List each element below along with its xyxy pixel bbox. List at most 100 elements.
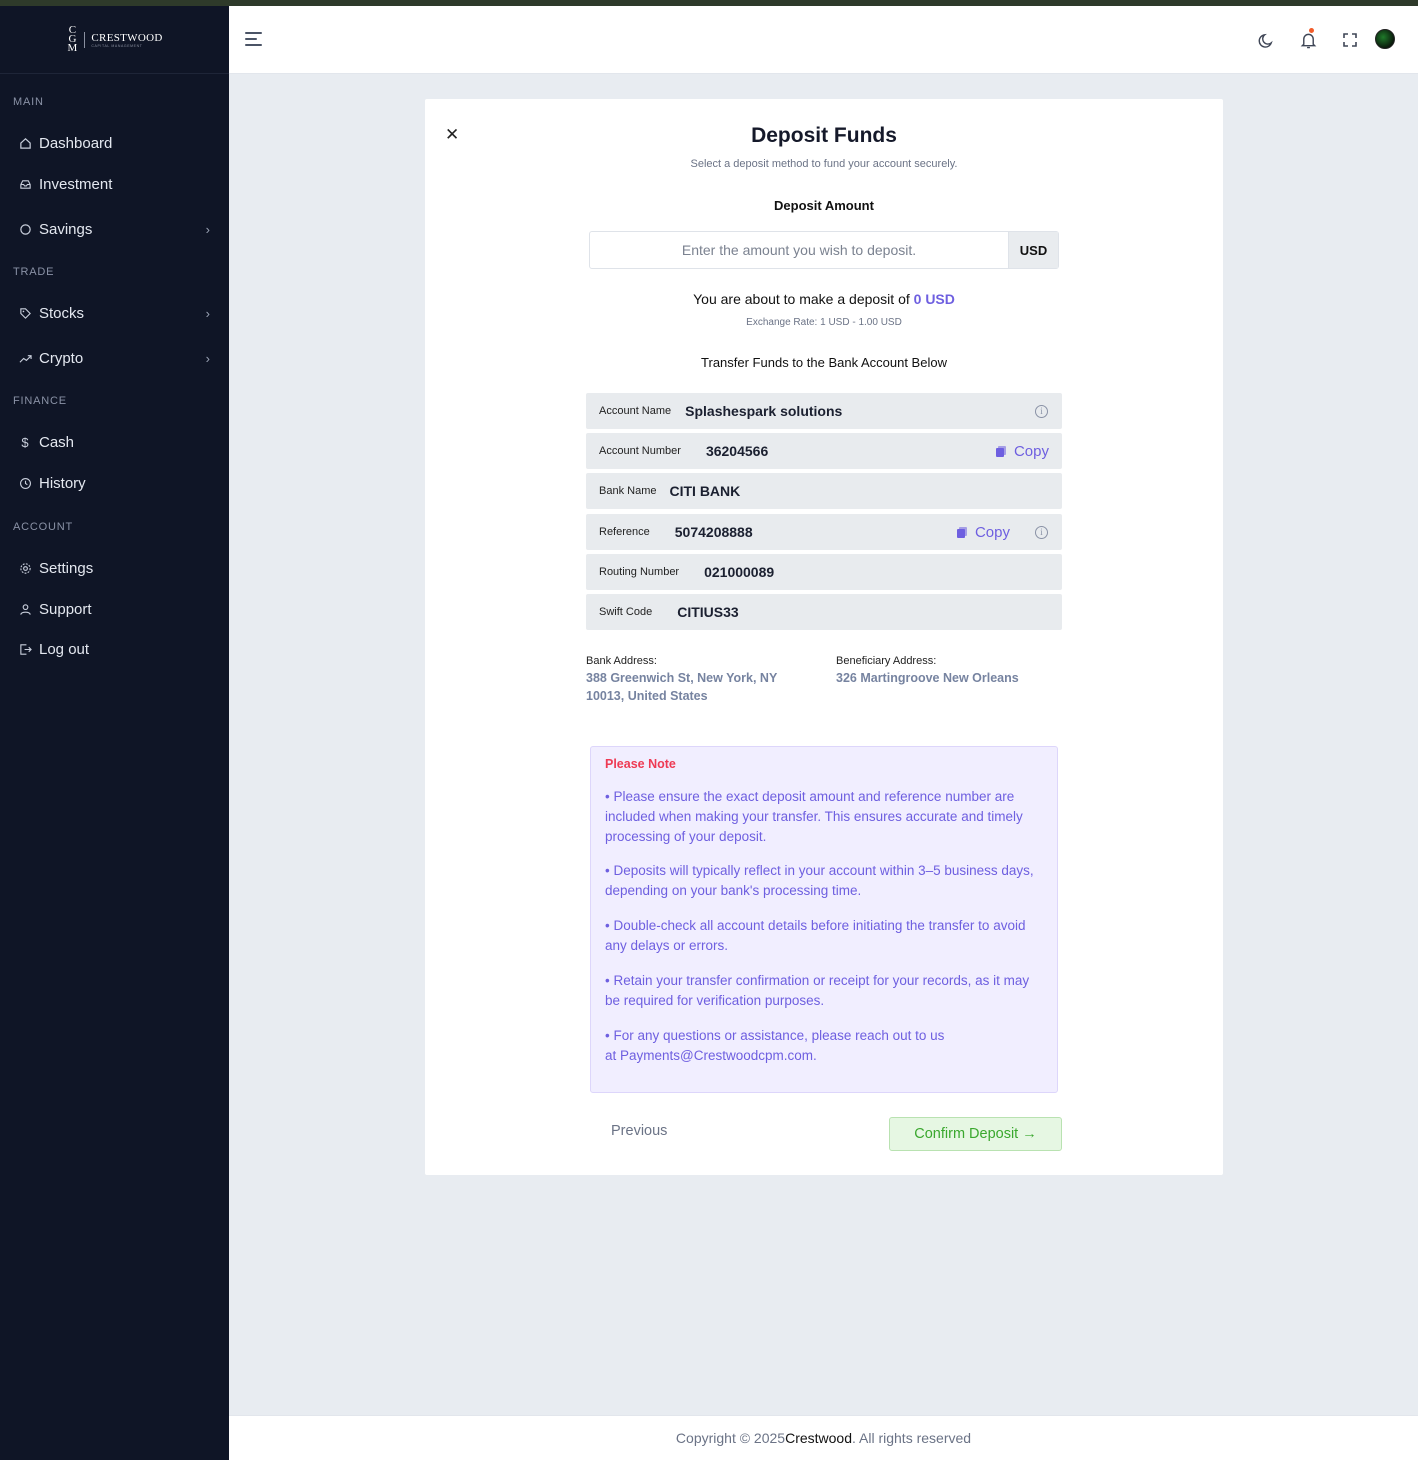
sidebar-item-label: Cash (39, 433, 75, 451)
fullscreen-icon[interactable] (1340, 30, 1360, 50)
sidebar-item-crypto[interactable]: Crypto › (18, 346, 210, 370)
deposit-summary-text: You are about to make a deposit of (693, 291, 910, 307)
avatar[interactable] (1375, 29, 1395, 49)
sidebar-item-investment[interactable]: Investment (18, 172, 210, 196)
moon-icon[interactable] (1256, 30, 1276, 50)
exchange-rate: Exchange Rate: 1 USD - 1.00 USD (746, 317, 902, 328)
routing-number-row: Routing Number 021000089 (586, 554, 1062, 590)
chevron-right-icon: › (205, 221, 210, 237)
account-name-value: Splashespark solutions (685, 403, 843, 419)
section-label-main: MAIN (13, 96, 44, 108)
note-item: • Retain your transfer confirmation or r… (605, 973, 1030, 1008)
account-number-row: Account Number 36204566 Copy (586, 433, 1062, 469)
copy-label: Copy (1013, 442, 1049, 460)
sidebar-item-label: Dashboard (39, 134, 113, 152)
modal-title: Deposit Funds (751, 124, 897, 147)
section-label-trade: TRADE (13, 266, 55, 278)
deposit-amount-input[interactable] (590, 232, 1008, 268)
footer: Copyright © 2025 Crestwood. All rights r… (229, 1415, 1418, 1460)
bank-address-value: 388 Greenwich St, New York, NY 10013, Un… (586, 671, 778, 703)
routing-number-value: 021000089 (704, 564, 775, 580)
transfer-heading: Transfer Funds to the Bank Account Below (701, 355, 947, 370)
bank-name-label: Bank Name (599, 485, 657, 497)
note-title: Please Note (605, 757, 676, 771)
sidebar-item-stocks[interactable]: Stocks › (18, 301, 210, 325)
sidebar-item-label: Investment (39, 175, 113, 193)
sidebar-item-logout[interactable]: Log out (18, 637, 210, 661)
dollar-icon: $ (21, 434, 29, 450)
copy-label: Copy (974, 523, 1010, 541)
footer-suffix: . All rights reserved (852, 1430, 972, 1446)
swift-code-value: CITIUS33 (677, 604, 739, 620)
sidebar-item-savings[interactable]: Savings › (18, 217, 210, 241)
brand-subtitle: CAPITAL MANAGEMENT (91, 43, 143, 48)
footer-prefix: Copyright © 2025 (675, 1430, 786, 1446)
brand-name: CRESTWOOD (91, 31, 163, 44)
sidebar-item-dashboard[interactable]: Dashboard (18, 131, 210, 155)
account-number-value: 36204566 (705, 443, 769, 459)
previous-button[interactable]: Previous (611, 1123, 667, 1139)
deposit-summary: You are about to make a deposit of 0 USD (425, 291, 1223, 307)
section-label-account: ACCOUNT (13, 521, 73, 533)
chevron-right-icon: › (205, 350, 210, 366)
routing-number-label: Routing Number (599, 566, 680, 578)
logo-mark: CGM (67, 24, 78, 54)
swift-code-row: Swift Code CITIUS33 (586, 594, 1062, 630)
info-icon[interactable]: i (1035, 404, 1048, 418)
sidebar-item-support[interactable]: Support (18, 597, 210, 621)
home-icon (18, 136, 32, 150)
note-item: • Deposits will typically reflect in you… (605, 863, 1034, 898)
sidebar-item-label: Support (39, 600, 92, 618)
bell-icon[interactable] (1298, 28, 1318, 50)
sidebar-item-label: Savings (39, 220, 93, 238)
copy-icon (956, 526, 967, 538)
confirm-deposit-label: Confirm Deposit (914, 1126, 1019, 1142)
account-name-row: Account Name Splashespark solutions i (586, 393, 1062, 429)
sidebar-item-cash[interactable]: $ Cash (18, 430, 210, 454)
top-header (229, 6, 1418, 74)
copy-account-number-button[interactable]: Copy (995, 442, 1049, 460)
beneficiary-address-value: 326 Martingroove New Orleans (836, 671, 1019, 685)
sidebar-item-history[interactable]: History (18, 471, 210, 495)
deposit-modal: ✕ Deposit Funds Select a deposit method … (425, 99, 1223, 1175)
reference-label: Reference (599, 526, 650, 538)
reference-row: Reference 5074208888 Copy i (586, 514, 1062, 550)
modal-subtitle: Select a deposit method to fund your acc… (690, 158, 958, 170)
account-number-label: Account Number (599, 445, 681, 457)
note-item: • Double-check all account details befor… (605, 918, 1026, 953)
deposit-amount-group: USD (589, 231, 1059, 269)
bank-address-label: Bank Address: (586, 655, 657, 667)
notification-dot (1309, 28, 1314, 33)
chevron-right-icon: › (205, 305, 210, 321)
deposit-amount-label: Deposit Amount (774, 198, 874, 213)
swift-code-label: Swift Code (599, 606, 653, 618)
note-box: Please Note • Please ensure the exact de… (590, 746, 1058, 1093)
menu-toggle-icon[interactable] (245, 32, 262, 46)
inbox-icon (18, 177, 32, 191)
copy-icon (995, 445, 1006, 457)
circle-icon (18, 222, 32, 236)
confirm-deposit-button[interactable]: Confirm Deposit → (889, 1117, 1062, 1151)
tag-icon (18, 306, 32, 320)
sidebar: CGM CRESTWOOD CAPITAL MANAGEMENT MAIN Da… (0, 6, 229, 1460)
sidebar-item-label: History (39, 474, 86, 492)
gear-icon (18, 561, 32, 575)
user-icon (18, 602, 32, 616)
info-icon[interactable]: i (1035, 525, 1048, 539)
currency-tag: USD (1008, 232, 1058, 268)
clock-icon (18, 476, 32, 490)
note-item: • Please ensure the exact deposit amount… (605, 789, 1023, 844)
sidebar-item-label: Settings (39, 559, 94, 577)
copy-reference-button[interactable]: Copy (956, 523, 1010, 541)
bank-name-row: Bank Name CITI BANK (586, 473, 1062, 509)
beneficiary-address-label: Beneficiary Address: (836, 655, 937, 667)
note-item: • For any questions or assistance, pleas… (605, 1028, 945, 1063)
reference-value: 5074208888 (674, 524, 753, 540)
sidebar-item-settings[interactable]: Settings (18, 556, 210, 580)
brand-logo[interactable]: CGM CRESTWOOD CAPITAL MANAGEMENT (0, 6, 229, 74)
footer-brand-link[interactable]: Crestwood (785, 1430, 852, 1446)
logout-icon (18, 642, 32, 656)
logo-text: CRESTWOOD CAPITAL MANAGEMENT (84, 31, 163, 48)
bank-name-value: CITI BANK (669, 483, 741, 499)
arrow-right-icon: → (1022, 1126, 1037, 1142)
